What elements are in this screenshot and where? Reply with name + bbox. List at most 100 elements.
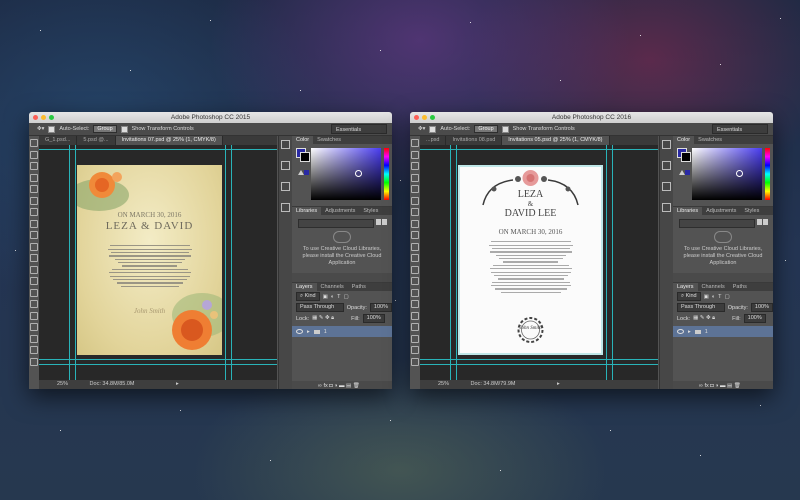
stamp-tool-icon[interactable] xyxy=(411,231,419,239)
info-icon[interactable] xyxy=(281,182,290,191)
trash-icon[interactable]: 🗑︎ xyxy=(734,383,741,389)
mask-icon[interactable]: ◘ xyxy=(710,383,713,389)
blend-mode-dropdown[interactable]: Pass Through xyxy=(677,303,725,312)
color-picker-cursor[interactable] xyxy=(736,170,743,177)
filter-pixel-icon[interactable]: ▣ xyxy=(704,294,709,300)
zoom-tool-icon[interactable] xyxy=(30,357,38,366)
document-tab[interactable]: G_1.psd... xyxy=(39,136,78,145)
tab-layers[interactable]: Layers xyxy=(673,283,698,291)
auto-select-checkbox[interactable] xyxy=(48,125,56,133)
fill-input[interactable]: 100% xyxy=(362,314,385,323)
layer-row[interactable]: ▸ 1 xyxy=(673,326,773,337)
fill-input[interactable]: 100% xyxy=(743,314,766,323)
document-tab[interactable]: ...psd xyxy=(420,136,447,145)
crop-tool-icon[interactable] xyxy=(30,185,38,193)
zoom-tool-icon[interactable] xyxy=(411,357,419,366)
lasso-tool-icon[interactable] xyxy=(411,162,419,170)
adjustment-icon[interactable]: ◑ xyxy=(334,383,337,389)
library-select[interactable] xyxy=(298,219,374,228)
tab-channels[interactable]: Channels xyxy=(317,283,348,291)
path-select-tool-icon[interactable] xyxy=(411,323,419,331)
quick-select-tool-icon[interactable] xyxy=(30,173,38,182)
eraser-tool-icon[interactable] xyxy=(30,254,38,262)
color-picker-cursor[interactable] xyxy=(355,170,362,177)
history-brush-tool-icon[interactable] xyxy=(30,242,38,251)
paragraph-icon[interactable] xyxy=(281,203,290,212)
filter-type-icon[interactable]: T xyxy=(337,294,340,300)
grid-view-icon[interactable] xyxy=(757,219,762,225)
gamut-swatch[interactable] xyxy=(304,170,309,175)
auto-select-dropdown[interactable]: Group xyxy=(474,125,498,133)
history-icon[interactable] xyxy=(662,140,671,149)
layer-name[interactable]: 1 xyxy=(324,329,327,335)
tab-libraries[interactable]: Libraries xyxy=(292,207,322,215)
color-field[interactable] xyxy=(311,148,381,200)
new-group-icon[interactable]: ▬ xyxy=(720,383,726,389)
expand-arrow-icon[interactable]: ▸ xyxy=(688,329,691,335)
filter-pixel-icon[interactable]: ▣ xyxy=(323,294,328,300)
background-swatch[interactable] xyxy=(300,152,310,162)
filter-adjust-icon[interactable]: ◐ xyxy=(712,294,715,300)
filter-shape-icon[interactable]: ▢ xyxy=(344,294,349,300)
filter-adjust-icon[interactable]: ◐ xyxy=(331,294,334,300)
path-select-tool-icon[interactable] xyxy=(30,323,38,331)
quick-select-tool-icon[interactable] xyxy=(411,173,419,182)
close-button[interactable] xyxy=(414,115,419,120)
opacity-input[interactable]: 100% xyxy=(369,303,392,312)
history-brush-tool-icon[interactable] xyxy=(411,242,419,251)
blur-tool-icon[interactable] xyxy=(411,277,419,285)
filter-type-icon[interactable]: T xyxy=(718,294,721,300)
lock-icons[interactable]: ▦ ✎ ✥ 🔒︎ xyxy=(312,315,334,322)
workspace-dropdown[interactable]: Essentials xyxy=(331,124,387,134)
stamp-tool-icon[interactable] xyxy=(30,231,38,239)
new-layer-icon[interactable]: ▤ xyxy=(346,383,351,389)
blend-mode-dropdown[interactable]: Pass Through xyxy=(296,303,344,312)
eyedropper-tool-icon[interactable] xyxy=(411,196,419,205)
properties-icon[interactable] xyxy=(281,161,290,170)
zoom-button[interactable] xyxy=(430,115,435,120)
minimize-button[interactable] xyxy=(422,115,427,120)
healing-tool-icon[interactable] xyxy=(411,208,419,216)
workspace-dropdown[interactable]: Essentials xyxy=(712,124,768,134)
type-tool-icon[interactable] xyxy=(411,311,419,320)
tab-color[interactable]: Color xyxy=(673,136,695,144)
hand-tool-icon[interactable] xyxy=(411,346,419,354)
background-swatch[interactable] xyxy=(681,152,691,162)
dodge-tool-icon[interactable] xyxy=(30,288,38,297)
close-button[interactable] xyxy=(33,115,38,120)
blur-tool-icon[interactable] xyxy=(30,277,38,285)
tab-layers[interactable]: Layers xyxy=(292,283,317,291)
type-tool-icon[interactable] xyxy=(30,311,38,320)
grid-view-icon[interactable] xyxy=(376,219,381,225)
properties-icon[interactable] xyxy=(662,161,671,170)
document-tab-active[interactable]: Invitations 05.psd @ 25% (1, CMYK/8) xyxy=(502,136,610,145)
history-icon[interactable] xyxy=(281,140,290,149)
filter-shape-icon[interactable]: ▢ xyxy=(725,294,730,300)
dodge-tool-icon[interactable] xyxy=(411,288,419,297)
tab-paths[interactable]: Paths xyxy=(348,283,370,291)
marquee-tool-icon[interactable] xyxy=(411,150,419,159)
brush-tool-icon[interactable] xyxy=(30,219,38,228)
new-layer-icon[interactable]: ▤ xyxy=(727,383,732,389)
marquee-tool-icon[interactable] xyxy=(30,150,38,159)
move-tool-icon[interactable]: ✥▾ xyxy=(418,126,425,132)
color-field[interactable] xyxy=(692,148,762,200)
auto-select-dropdown[interactable]: Group xyxy=(93,125,117,133)
view-toggle[interactable] xyxy=(757,219,769,226)
hand-tool-icon[interactable] xyxy=(30,346,38,354)
list-view-icon[interactable] xyxy=(763,219,768,225)
opacity-input[interactable]: 100% xyxy=(750,303,773,312)
adjustment-icon[interactable]: ◑ xyxy=(715,383,718,389)
auto-select-checkbox[interactable] xyxy=(429,125,437,133)
tab-swatches[interactable]: Swatches xyxy=(694,136,726,144)
minimize-button[interactable] xyxy=(41,115,46,120)
pen-tool-icon[interactable] xyxy=(30,300,38,308)
status-arrow-icon[interactable]: ▸ xyxy=(176,381,179,387)
fx-icon[interactable]: fx xyxy=(323,383,327,389)
gradient-tool-icon[interactable] xyxy=(411,265,419,274)
mask-icon[interactable]: ◘ xyxy=(329,383,332,389)
tab-channels[interactable]: Channels xyxy=(698,283,729,291)
move-tool-icon[interactable] xyxy=(411,139,419,147)
gamut-swatch[interactable] xyxy=(685,170,690,175)
library-select[interactable] xyxy=(679,219,755,228)
